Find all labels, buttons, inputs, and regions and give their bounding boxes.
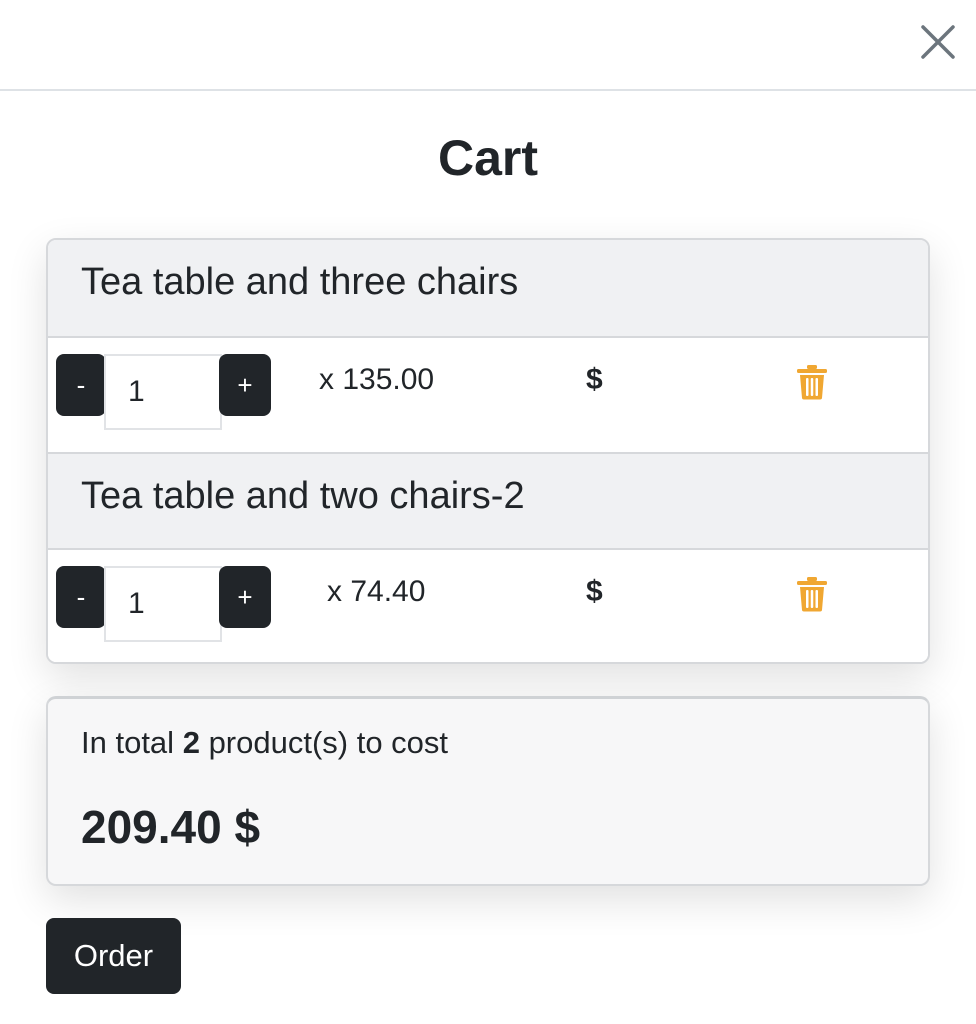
total-suffix: product(s) to cost [208,725,449,760]
cart-item-header: Tea table and three chairs [48,240,928,338]
increase-quantity-button[interactable]: + [219,566,271,628]
cart-total-card: In total 2 product(s) to cost 209.40 $ [46,696,930,886]
quantity-input[interactable]: 1 [104,566,222,642]
cart-item-row: - 1 + x 74.40 $ [48,550,928,662]
product-count: 2 [182,725,200,760]
item-name: Tea table and two chairs-2 [81,475,525,517]
total-prefix: In total [81,725,175,760]
currency-symbol: $ [586,575,603,608]
decrease-quantity-button[interactable]: - [56,566,106,628]
cart-item-header: Tea table and two chairs-2 [48,452,928,550]
increase-quantity-button[interactable]: + [219,354,271,416]
item-price: x 74.40 [327,575,426,608]
currency-symbol: $ [586,363,603,396]
total-summary: In total 2 product(s) to cost [81,723,448,763]
quantity-input[interactable]: 1 [104,354,222,430]
close-button[interactable] [916,20,960,64]
delete-item-button[interactable] [796,576,828,612]
close-icon [921,25,955,59]
decrease-quantity-button[interactable]: - [56,354,106,416]
trash-icon [797,577,827,612]
modal-header [0,0,976,91]
item-name: Tea table and three chairs [81,261,519,303]
cart-items-card: Tea table and three chairs - 1 + x 135.0… [46,238,930,664]
order-button[interactable]: Order [46,918,181,994]
total-amount: 209.40 $ [81,801,261,853]
trash-icon [797,365,827,400]
cart-title: Cart [437,130,539,186]
cart-item-row: - 1 + x 135.00 $ [48,338,928,452]
item-price: x 135.00 [319,363,435,396]
delete-item-button[interactable] [796,364,828,400]
